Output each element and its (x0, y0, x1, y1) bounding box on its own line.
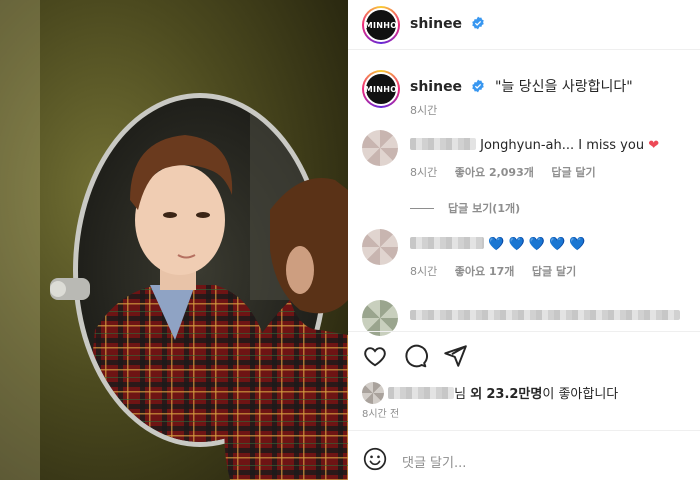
commenter-avatar-blurred[interactable] (362, 130, 398, 166)
avatar-label: MINHO (364, 8, 398, 42)
commenter-name-blurred[interactable] (410, 237, 484, 249)
comment-line: 💙 💙 💙 💙 💙 (410, 237, 586, 252)
caption-text: "늘 당신을 사랑합니다" (494, 79, 633, 95)
caption-avatar[interactable]: MINHO (362, 70, 400, 108)
caption-time: 8시간 (410, 104, 438, 117)
share-icon[interactable] (442, 343, 468, 369)
likes-tail: 이 좋아합니다 (542, 387, 619, 402)
reply-button[interactable]: 답글 달기 (532, 265, 576, 278)
liker-avatar-blurred (362, 382, 384, 404)
likes-count: 23.2만명 (486, 387, 543, 402)
verified-badge-icon (472, 16, 484, 30)
liker-name-blurred (388, 387, 455, 399)
emoji-icon[interactable] (362, 446, 388, 472)
header-avatar[interactable]: MINHO (362, 6, 400, 44)
comment-line: Jonghyun-ah... I miss you ❤ (410, 138, 659, 153)
comment-time: 8시간 (410, 166, 438, 179)
comment-icon[interactable] (402, 343, 428, 369)
commenter-avatar-blurred[interactable] (362, 229, 398, 265)
post-header: MINHO shinee (348, 0, 700, 50)
avatar-label: MINHO (364, 72, 398, 106)
verified-badge-icon (471, 79, 484, 93)
add-comment-bar: 댓글 달기... (348, 440, 700, 480)
comment-likes[interactable]: 좋아요 2,093개 (455, 166, 534, 179)
replies-dash (410, 208, 434, 209)
red-heart-emoji: ❤ (648, 138, 660, 153)
comment-time: 8시간 (410, 265, 438, 278)
commenter-name-blurred[interactable] (410, 138, 476, 150)
reply-button[interactable]: 답글 달기 (551, 166, 595, 179)
view-replies-button[interactable]: 답글 보기(1개) (410, 200, 520, 216)
add-comment-input[interactable]: 댓글 달기... (402, 452, 466, 471)
view-replies-label: 답글 보기(1개) (448, 202, 521, 215)
comment-likes[interactable]: 좋아요 17개 (455, 265, 515, 278)
likes-suffix: 님 (454, 387, 467, 402)
header-username-text: shinee (410, 16, 463, 32)
heart-icon[interactable] (362, 343, 388, 369)
divider (348, 430, 700, 431)
photo-illustration (0, 0, 348, 480)
caption-username[interactable]: shinee (410, 79, 462, 95)
likes-summary[interactable]: 님 외 23.2만명이 좋아합니다 (362, 382, 618, 404)
post-photo (0, 0, 348, 480)
comment-meta: 8시간 좋아요 2,093개 답글 달기 (410, 164, 610, 180)
post-time: 8시간 전 (362, 409, 400, 420)
blue-hearts-emoji: 💙 💙 💙 💙 💙 (488, 237, 586, 252)
comment-text: Jonghyun-ah... I miss you (480, 138, 645, 153)
caption-line: shinee "늘 당신을 사랑합니다" (410, 76, 633, 96)
comment-line (410, 308, 680, 323)
comment-text-blurred (410, 310, 680, 320)
divider (348, 331, 700, 332)
comment-meta: 8시간 좋아요 17개 답글 달기 (410, 263, 590, 279)
likes-middle: 외 (470, 387, 483, 402)
post-details-panel: MINHO shinee MINHO shinee "늘 당신을 사랑합니다" … (348, 0, 700, 480)
header-username[interactable]: shinee (410, 16, 485, 32)
